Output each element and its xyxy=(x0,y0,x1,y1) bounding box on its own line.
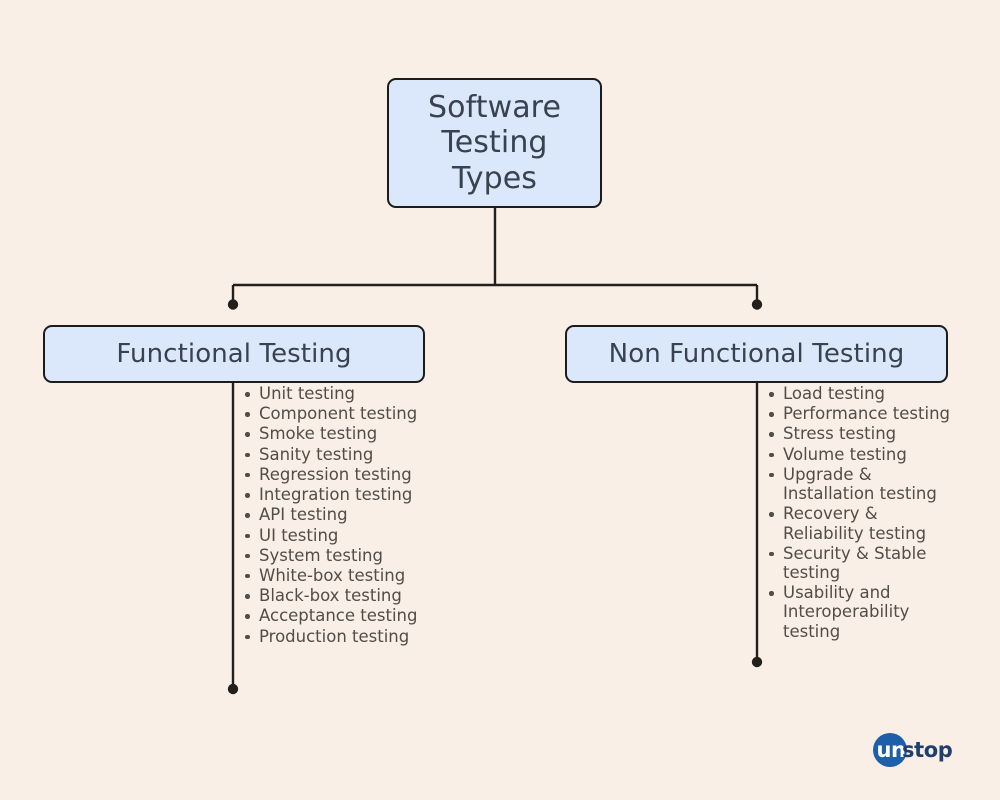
list-item: Acceptance testing xyxy=(233,606,453,625)
list-item-label: Unit testing xyxy=(259,384,356,403)
list-item: Integration testing xyxy=(233,485,453,504)
list-item-label: Upgrade & Installation testing xyxy=(783,464,937,504)
list-item-label: Volume testing xyxy=(783,444,907,464)
list-item: API testing xyxy=(233,505,453,524)
list-item-label: Recovery & Reliability testing xyxy=(783,504,927,543)
root-node-software-testing-types[interactable]: Software Testing Types xyxy=(387,78,602,208)
list-item: Volume testing xyxy=(757,445,957,464)
list-item-label: Security & Stable testing xyxy=(783,543,927,582)
list-item-label: UI testing xyxy=(259,525,339,545)
branch-node-functional-testing-label: Functional Testing xyxy=(116,338,352,369)
list-item: Stress testing xyxy=(757,424,957,443)
list-item: Black-box testing xyxy=(233,586,453,605)
list-item-label: Component testing xyxy=(259,404,418,424)
branch-node-non-functional-testing-label: Non Functional Testing xyxy=(608,338,905,369)
list-item: Production testing xyxy=(233,627,453,646)
list-item-label: Production testing xyxy=(259,626,410,646)
list-item: System testing xyxy=(233,546,453,565)
list-item: UI testing xyxy=(233,526,453,545)
list-item: Component testing xyxy=(233,404,453,423)
list-item: Upgrade & Installation testing xyxy=(757,465,957,503)
list-item-label: System testing xyxy=(259,545,383,565)
list-item: Performance testing xyxy=(757,404,957,423)
root-node-label: Software Testing Types xyxy=(427,90,562,196)
list-item: Security & Stable testing xyxy=(757,544,957,582)
list-item-label: Performance testing xyxy=(783,404,951,424)
list-item-label: Acceptance testing xyxy=(259,606,418,626)
diagram-canvas: Software Testing Types Functional Testin… xyxy=(0,0,1000,800)
list-item-label: White-box testing xyxy=(259,565,406,585)
list-item: Usability and Interoperability testing xyxy=(757,583,957,641)
list-item: Smoke testing xyxy=(233,424,453,443)
list-item-label: Smoke testing xyxy=(259,424,378,444)
list-item: Load testing xyxy=(757,384,957,403)
list-item: Regression testing xyxy=(233,465,453,484)
list-item-label: Regression testing xyxy=(259,464,412,484)
list-item-label: API testing xyxy=(259,505,348,525)
list-item: Unit testing xyxy=(233,384,453,403)
list-item-label: Stress testing xyxy=(783,424,897,444)
branch-node-non-functional-testing[interactable]: Non Functional Testing xyxy=(565,325,948,383)
non-functional-testing-item-list: Load testing Performance testing Stress … xyxy=(757,384,957,642)
unstop-logo: un stop xyxy=(873,733,953,767)
list-item-label: Black-box testing xyxy=(259,586,402,606)
list-item-label: Sanity testing xyxy=(259,444,374,464)
list-item: Sanity testing xyxy=(233,445,453,464)
list-item-label: Integration testing xyxy=(259,485,413,505)
unstop-logo-stop-text: stop xyxy=(902,738,953,762)
list-item-label: Usability and Interoperability testing xyxy=(783,583,910,641)
list-item: Recovery & Reliability testing xyxy=(757,504,957,543)
list-item-label: Load testing xyxy=(783,384,886,403)
functional-testing-item-list: Unit testing Component testing Smoke tes… xyxy=(233,384,453,647)
list-item: White-box testing xyxy=(233,566,453,585)
branch-node-functional-testing[interactable]: Functional Testing xyxy=(43,325,425,383)
